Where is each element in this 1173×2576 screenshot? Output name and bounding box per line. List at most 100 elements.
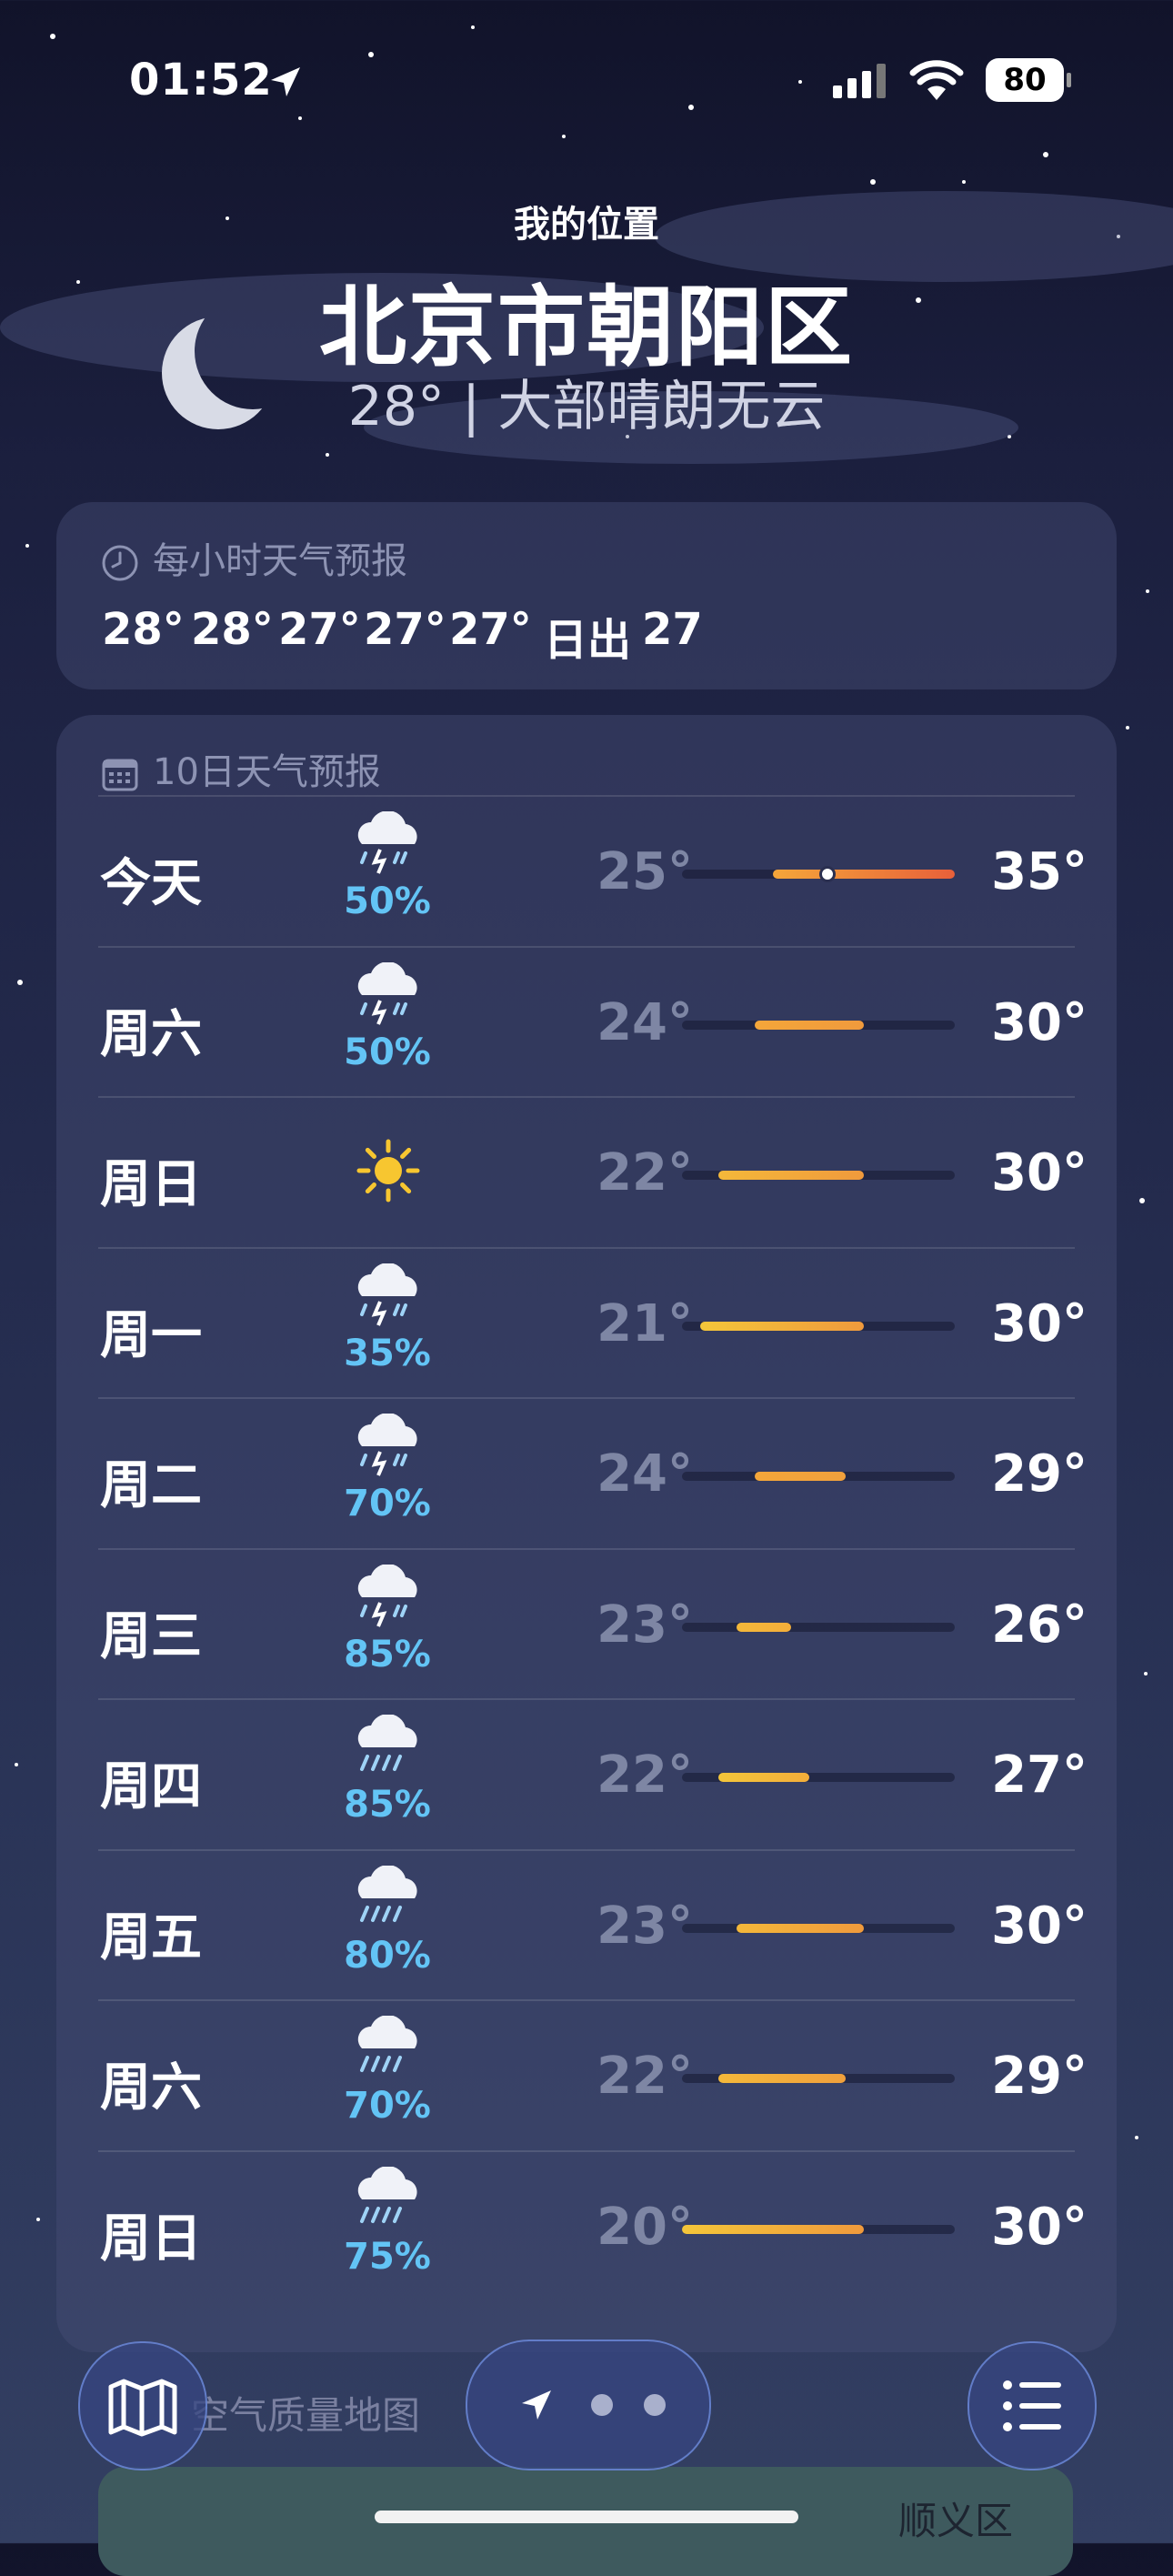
hourly-items[interactable]: 28° 28° 27° 27° 27° 日出 27	[102, 604, 1117, 668]
day-label: 周日	[100, 2209, 202, 2269]
thunderstorm-icon	[357, 961, 417, 1025]
daily-forecast-card[interactable]: 10日天气预报 今天 50% 25° 35° 周六 50% 24° 30° 周日 22° 30°…	[56, 715, 1117, 2352]
row-divider	[98, 945, 1075, 948]
row-divider	[98, 1698, 1075, 1700]
precip-chance: 80%	[344, 1934, 431, 1977]
daily-title: 10日天气预报	[100, 742, 381, 795]
row-divider	[98, 795, 1075, 797]
precip-chance: 35%	[344, 1332, 431, 1374]
hourly-title: 每小时天气预报	[100, 531, 407, 584]
temp-range-track	[682, 1020, 955, 1030]
hourly-temp: 28°	[191, 604, 274, 655]
day-label: 周日	[100, 1155, 202, 1214]
hourly-temp: 日出	[544, 615, 632, 666]
temp-range-bar	[718, 2074, 846, 2083]
location-services-icon	[271, 67, 300, 96]
list-button[interactable]	[967, 2341, 1097, 2470]
clock-icon	[102, 545, 138, 581]
rain-icon	[357, 1715, 417, 1771]
day-label: 周三	[100, 1606, 202, 1666]
hourly-temp: 27°	[364, 604, 446, 655]
page-dot[interactable]	[644, 2394, 666, 2416]
low-temp: 22°	[597, 2047, 693, 2106]
temp-range-track	[682, 1321, 955, 1331]
thunderstorm-icon	[357, 1414, 417, 1476]
cellular-signal-icon	[833, 64, 886, 98]
my-location-label: 我的位置	[514, 204, 659, 246]
high-temp: 30°	[991, 2197, 1088, 2257]
row-divider	[98, 2149, 1075, 2152]
low-temp: 24°	[597, 1444, 693, 1504]
precip-chance: 50%	[344, 880, 431, 922]
temp-range-track	[682, 1622, 955, 1632]
battery-indicator: 80	[986, 58, 1071, 102]
day-label: 周二	[100, 1456, 202, 1515]
high-temp: 30°	[991, 992, 1088, 1052]
row-divider	[98, 1547, 1075, 1550]
status-time: 01:52	[129, 55, 273, 106]
temp-range-bar	[773, 870, 955, 879]
hourly-temp: 27	[642, 604, 703, 655]
row-divider	[98, 1999, 1075, 2001]
air-quality-title: 空气质量地图	[191, 2393, 421, 2438]
temp-range-track	[682, 1923, 955, 1933]
day-label: 周六	[100, 1004, 202, 1064]
hourly-temp: 28°	[102, 604, 185, 655]
low-temp: 23°	[597, 1595, 693, 1655]
precip-chance: 85%	[344, 1633, 431, 1675]
status-bar: 01:52 80	[0, 47, 1173, 111]
page-dot[interactable]	[591, 2394, 613, 2416]
row-divider	[98, 1096, 1075, 1098]
thunderstorm-icon	[357, 1263, 417, 1326]
temp-range-bar	[700, 1321, 864, 1331]
location-arrow-icon	[522, 2390, 551, 2420]
map-button[interactable]	[78, 2341, 207, 2470]
thunderstorm-icon	[357, 811, 417, 874]
temp-range-track	[682, 2224, 955, 2234]
calendar-icon	[102, 759, 138, 791]
low-temp: 24°	[597, 992, 693, 1052]
high-temp: 29°	[991, 2047, 1088, 2106]
temp-range-bar	[718, 1773, 809, 1782]
temp-range-bar	[718, 1171, 864, 1180]
hourly-temp: 27°	[449, 604, 532, 655]
day-label: 今天	[100, 854, 202, 913]
low-temp: 25°	[597, 842, 693, 901]
precip-chance: 70%	[344, 1483, 431, 1524]
daily-title-text: 10日天气预报	[153, 751, 381, 793]
high-temp: 30°	[991, 1896, 1088, 1956]
day-label: 周五	[100, 1907, 202, 1967]
high-temp: 27°	[991, 1746, 1088, 1805]
current-temp-marker	[819, 866, 836, 882]
hourly-title-text: 每小时天气预报	[153, 540, 407, 582]
precip-chance: 85%	[344, 1784, 431, 1826]
home-indicator[interactable]	[375, 2511, 798, 2523]
current-condition: 28° | 大部晴朗无云	[347, 375, 826, 438]
high-temp: 30°	[991, 1293, 1088, 1353]
hourly-forecast-card[interactable]: 每小时天气预报 28° 28° 27° 27° 27° 日出 27	[56, 502, 1117, 689]
high-temp: 29°	[991, 1444, 1088, 1504]
precip-chance: 50%	[344, 1031, 431, 1073]
low-temp: 22°	[597, 1143, 693, 1202]
temp-range-track	[682, 1773, 955, 1782]
rain-icon	[357, 2166, 417, 2223]
high-temp: 30°	[991, 1143, 1088, 1202]
day-label: 周四	[100, 1757, 202, 1816]
temp-range-bar	[755, 1472, 846, 1481]
row-divider	[98, 1397, 1075, 1399]
temp-range-track	[682, 1171, 955, 1180]
high-temp: 35°	[991, 842, 1088, 901]
temp-range-bar	[755, 1020, 864, 1030]
temp-range-track	[682, 2074, 955, 2083]
temp-range-bar	[737, 1622, 791, 1632]
map-icon	[108, 2379, 177, 2437]
list-icon	[1003, 2380, 1061, 2431]
precip-chance: 75%	[344, 2235, 431, 2278]
row-divider	[98, 1848, 1075, 1851]
rain-icon	[357, 2016, 417, 2072]
map-label-town: 顺义区	[898, 2499, 1014, 2543]
location-pager[interactable]	[466, 2340, 711, 2470]
day-label: 周一	[100, 1305, 202, 1365]
temp-range-track	[682, 1472, 955, 1481]
low-temp: 20°	[597, 2197, 693, 2257]
